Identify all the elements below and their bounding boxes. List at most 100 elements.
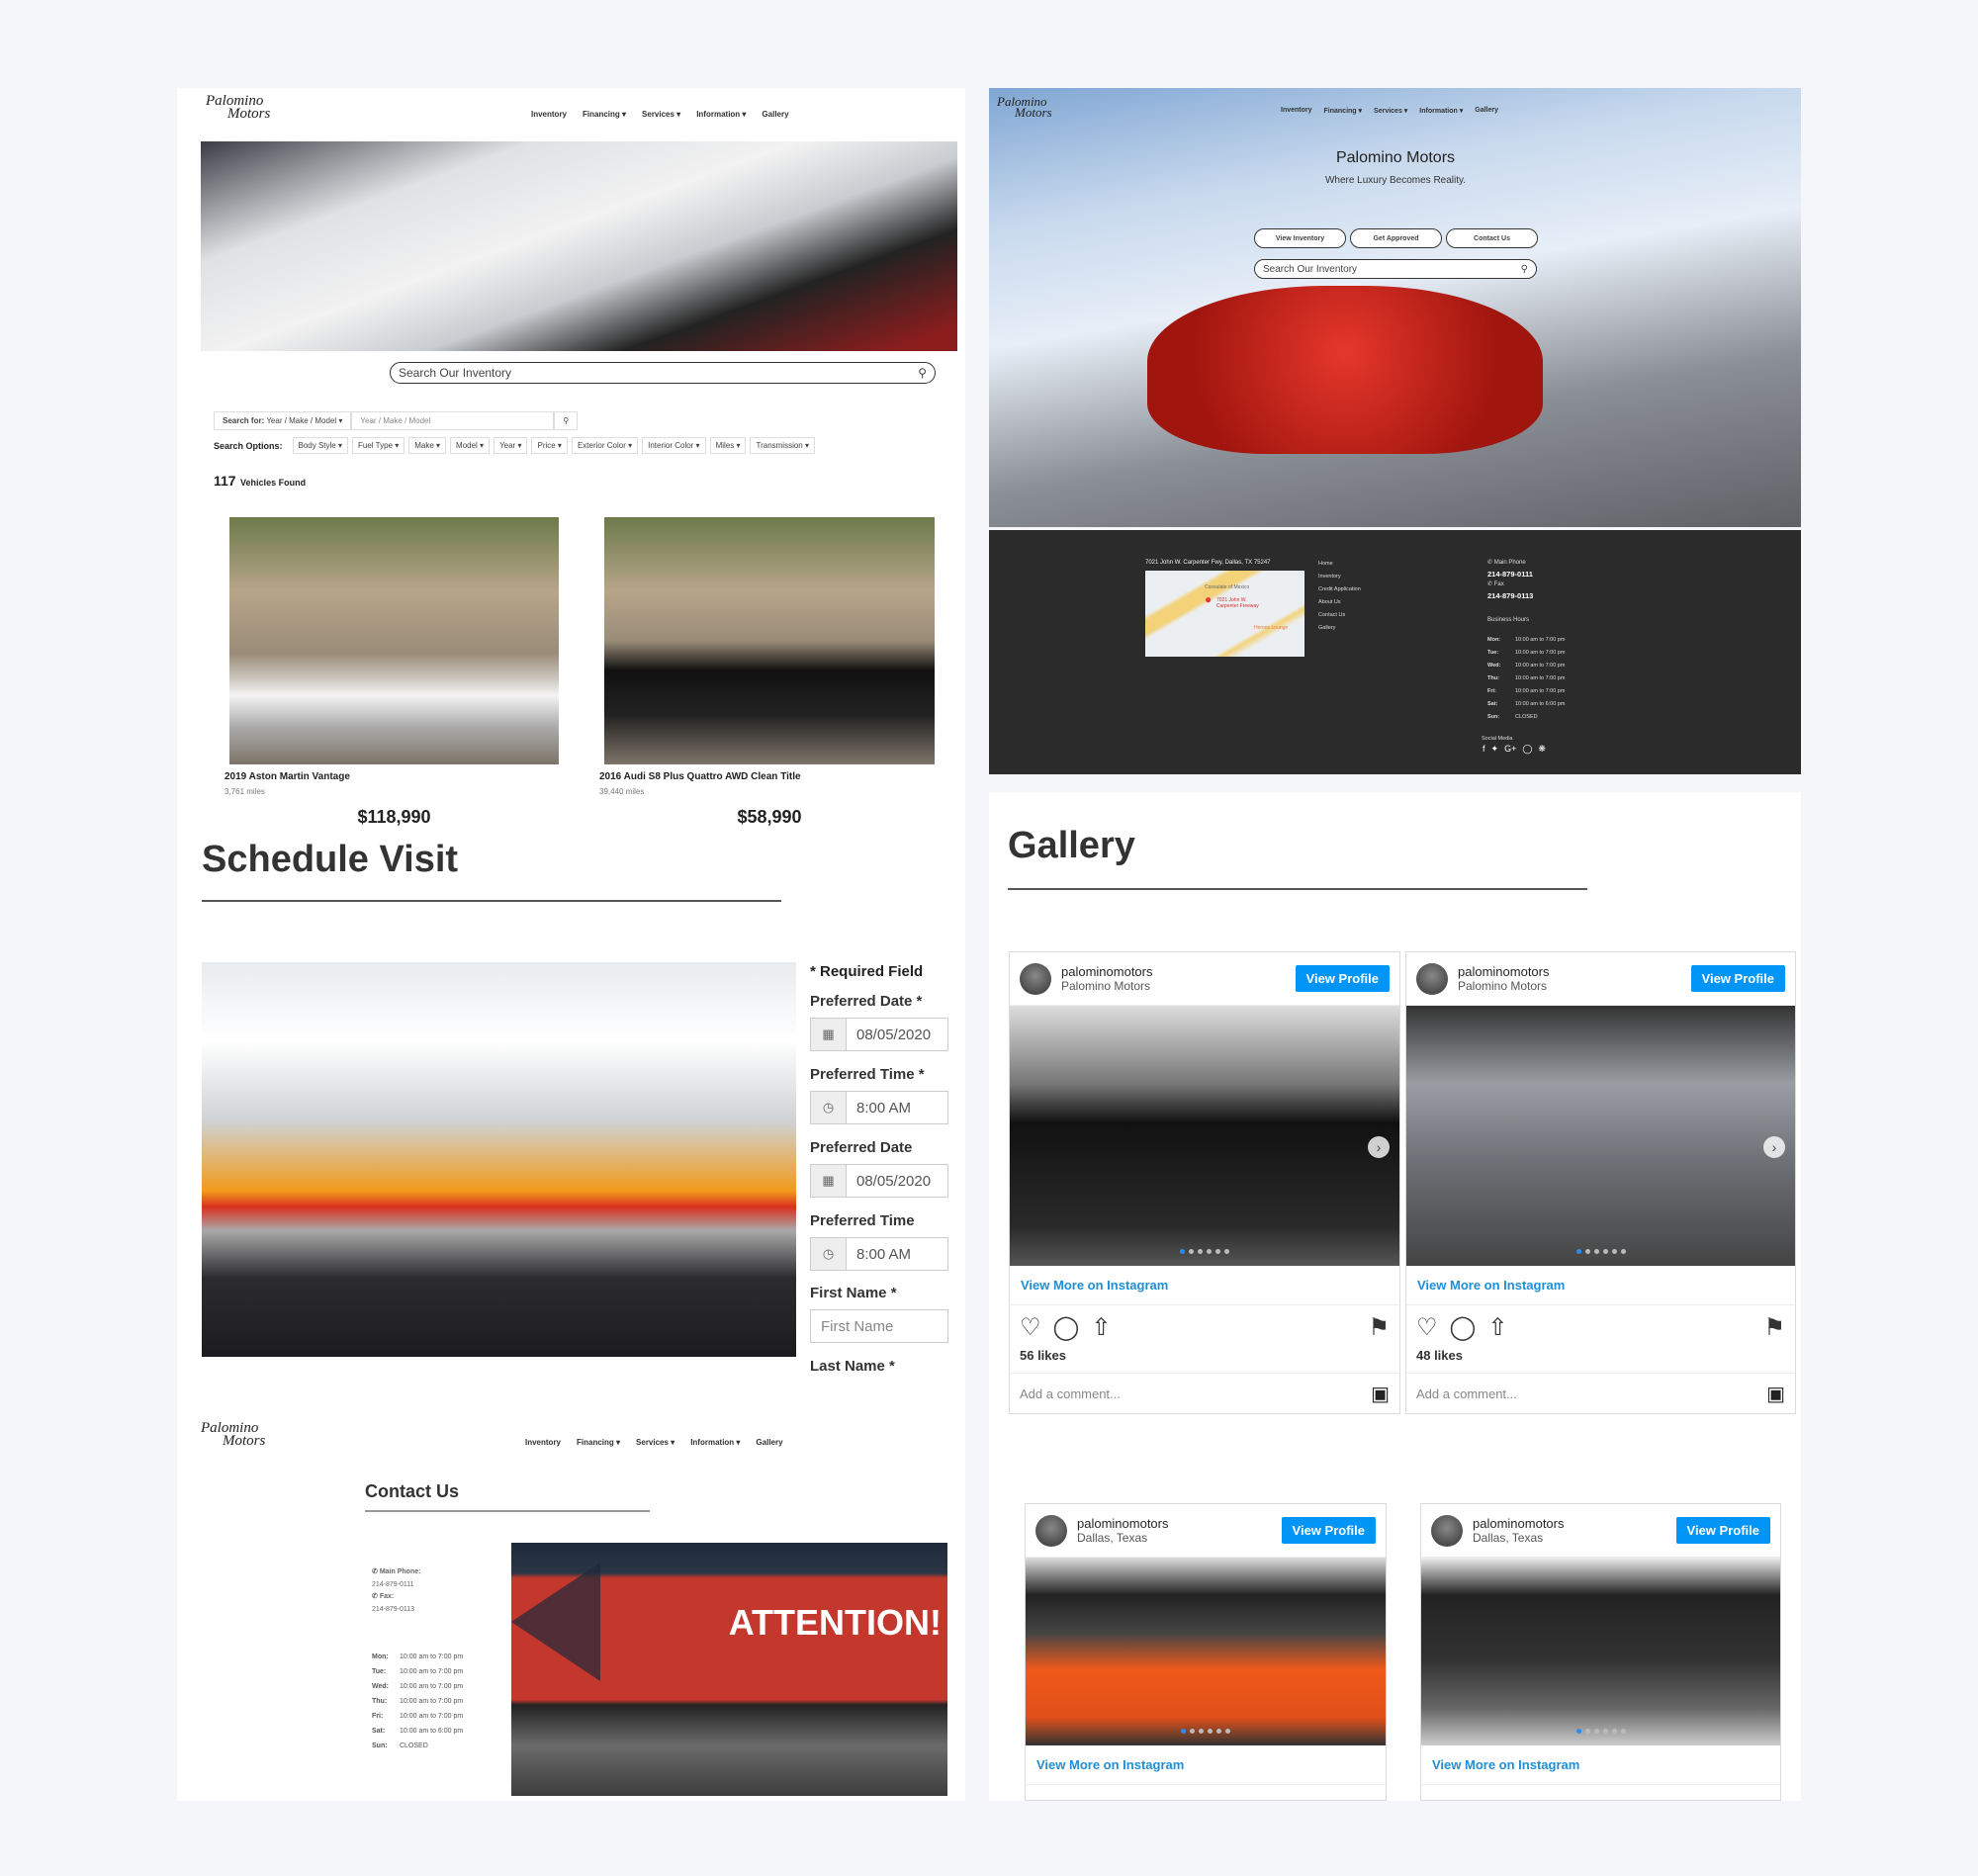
nav-item[interactable]: Gallery xyxy=(756,1438,782,1447)
avatar[interactable] xyxy=(1431,1514,1463,1547)
search-icon[interactable]: ⚲ xyxy=(1521,264,1528,275)
footer-link[interactable]: Credit Application xyxy=(1318,583,1361,596)
nav-item[interactable]: Information ▾ xyxy=(690,1438,740,1447)
carousel-dots xyxy=(1180,1249,1229,1254)
post-image[interactable] xyxy=(1421,1558,1780,1745)
search-field[interactable]: Year / Make / Model xyxy=(351,411,555,430)
nav-item[interactable]: Services ▾ xyxy=(636,1438,674,1447)
nav-item[interactable]: Inventory xyxy=(531,110,567,119)
main-phone[interactable]: 214-879-0111 xyxy=(1487,569,1533,580)
nav-item[interactable]: Services ▾ xyxy=(642,110,680,119)
view-inventory-button[interactable]: View Inventory xyxy=(1254,228,1346,248)
hours-time: 10:00 am to 7:00 pm xyxy=(1515,663,1566,669)
search-option-dropdown[interactable]: Transmission ▾ xyxy=(750,437,815,454)
footer-link[interactable]: Inventory xyxy=(1318,571,1361,583)
view-profile-button[interactable]: View Profile xyxy=(1281,1517,1376,1544)
hours-time: 10:00 am to 6:00 pm xyxy=(1515,701,1566,707)
nav-item[interactable]: Financing ▾ xyxy=(583,110,626,119)
footer-link[interactable]: Contact Us xyxy=(1318,609,1361,622)
bookmark-icon[interactable]: ⚑ xyxy=(1368,1313,1390,1342)
instagram-icon[interactable]: ▣ xyxy=(1371,1382,1390,1406)
facebook-icon[interactable]: f xyxy=(1483,744,1485,755)
footer-link[interactable]: About Us xyxy=(1318,596,1361,609)
nav-item[interactable]: Inventory xyxy=(525,1438,561,1447)
search-option-dropdown[interactable]: Body Style ▾ xyxy=(292,437,348,454)
avatar[interactable] xyxy=(1416,962,1448,995)
vehicle-image[interactable] xyxy=(604,517,935,764)
date-input[interactable]: ▦ 08/05/2020 xyxy=(810,1018,948,1051)
post-image[interactable]: › xyxy=(1406,1006,1795,1266)
view-more-link[interactable]: View More on Instagram xyxy=(1010,1266,1399,1305)
footer-link[interactable]: Gallery xyxy=(1318,622,1361,635)
post-username[interactable]: palominomotors xyxy=(1077,1516,1169,1531)
instagram-icon[interactable]: ▣ xyxy=(1766,1382,1785,1406)
home-search-input[interactable]: Search Our Inventory ⚲ xyxy=(1254,259,1537,279)
post-image[interactable]: › xyxy=(1010,1006,1399,1266)
get-approved-button[interactable]: Get Approved xyxy=(1350,228,1442,248)
yelp-icon[interactable]: ❋ xyxy=(1538,744,1546,755)
date-input[interactable]: ▦ 08/05/2020 xyxy=(810,1164,948,1198)
comment-icon[interactable]: ◯ xyxy=(1053,1313,1080,1342)
search-icon[interactable]: ⚲ xyxy=(918,366,927,380)
view-more-link[interactable]: View More on Instagram xyxy=(1421,1745,1780,1785)
contact-us-button[interactable]: Contact Us xyxy=(1446,228,1538,248)
post-image[interactable] xyxy=(1026,1558,1386,1745)
first-name-input[interactable]: First Name xyxy=(810,1309,948,1343)
inventory-search-input[interactable]: Search Our Inventory ⚲ xyxy=(390,362,936,384)
search-option-dropdown[interactable]: Miles ▾ xyxy=(709,437,747,454)
heart-icon[interactable]: ♡ xyxy=(1020,1313,1041,1342)
bookmark-icon[interactable]: ⚑ xyxy=(1763,1313,1785,1342)
search-option-dropdown[interactable]: Make ▾ xyxy=(408,437,447,454)
vehicle-title[interactable]: 2016 Audi S8 Plus Quattro AWD Clean Titl… xyxy=(599,771,801,782)
next-arrow-icon[interactable]: › xyxy=(1368,1135,1390,1158)
logo[interactable]: Palomino Motors xyxy=(997,95,1052,119)
nav-item[interactable]: Information ▾ xyxy=(1419,107,1463,115)
hours-day: Sat: xyxy=(372,1728,386,1735)
comment-input[interactable]: Add a comment... ▣ xyxy=(1406,1373,1795,1413)
view-profile-button[interactable]: View Profile xyxy=(1675,1517,1770,1544)
search-option-dropdown[interactable]: Year ▾ xyxy=(494,437,528,454)
vehicle-image[interactable] xyxy=(229,517,559,764)
avatar[interactable] xyxy=(1035,1514,1067,1547)
post-username[interactable]: palominomotors xyxy=(1473,1516,1565,1531)
nav-item[interactable]: Gallery xyxy=(762,110,788,119)
view-profile-button[interactable]: View Profile xyxy=(1295,965,1390,992)
hours-time: 10:00 am to 7:00 pm xyxy=(1515,650,1566,656)
share-icon[interactable]: ⇧ xyxy=(1487,1313,1507,1342)
logo[interactable]: Palomino Motors xyxy=(206,94,270,122)
search-option-dropdown[interactable]: Model ▾ xyxy=(450,437,491,454)
map[interactable]: ● 7021 John W. Carpenter Freeway Consula… xyxy=(1145,571,1304,657)
heart-icon[interactable]: ♡ xyxy=(1416,1313,1438,1342)
search-option-dropdown[interactable]: Fuel Type ▾ xyxy=(352,437,405,454)
nav-item[interactable]: Financing ▾ xyxy=(1324,107,1363,115)
view-more-link[interactable]: View More on Instagram xyxy=(1026,1745,1386,1785)
twitter-icon[interactable]: ✦ xyxy=(1491,744,1499,755)
search-button[interactable]: ⚲ xyxy=(554,411,579,430)
search-for-select[interactable]: Search for: Year / Make / Model ▾ xyxy=(214,411,352,430)
nav-item[interactable]: Information ▾ xyxy=(696,110,746,119)
share-icon[interactable]: ⇧ xyxy=(1091,1313,1111,1342)
view-more-link[interactable]: View More on Instagram xyxy=(1406,1266,1795,1305)
nav-item[interactable]: Gallery xyxy=(1475,107,1498,115)
post-username[interactable]: palominomotors xyxy=(1061,964,1153,979)
logo[interactable]: Palomino Motors xyxy=(201,1421,265,1449)
footer-link[interactable]: Home xyxy=(1318,558,1361,571)
search-option-dropdown[interactable]: Exterior Color ▾ xyxy=(571,437,639,454)
google-plus-icon[interactable]: G+ xyxy=(1504,744,1516,755)
time-input[interactable]: ◷ 8:00 AM xyxy=(810,1237,948,1271)
comment-input[interactable]: Add a comment... ▣ xyxy=(1010,1373,1399,1413)
search-option-dropdown[interactable]: Interior Color ▾ xyxy=(642,437,706,454)
avatar[interactable] xyxy=(1020,962,1051,995)
time-input[interactable]: ◷ 8:00 AM xyxy=(810,1091,948,1124)
instagram-icon[interactable]: ◯ xyxy=(1522,744,1532,755)
post-username[interactable]: palominomotors xyxy=(1458,964,1550,979)
nav-item[interactable]: Services ▾ xyxy=(1374,107,1407,115)
main-phone[interactable]: 214-879-0111 xyxy=(372,1579,420,1592)
comment-icon[interactable]: ◯ xyxy=(1450,1313,1477,1342)
view-profile-button[interactable]: View Profile xyxy=(1690,965,1785,992)
search-option-dropdown[interactable]: Price ▾ xyxy=(531,437,568,454)
nav-item[interactable]: Inventory xyxy=(1281,107,1312,115)
next-arrow-icon[interactable]: › xyxy=(1763,1135,1785,1158)
nav-item[interactable]: Financing ▾ xyxy=(577,1438,620,1447)
vehicle-title[interactable]: 2019 Aston Martin Vantage xyxy=(225,771,350,782)
